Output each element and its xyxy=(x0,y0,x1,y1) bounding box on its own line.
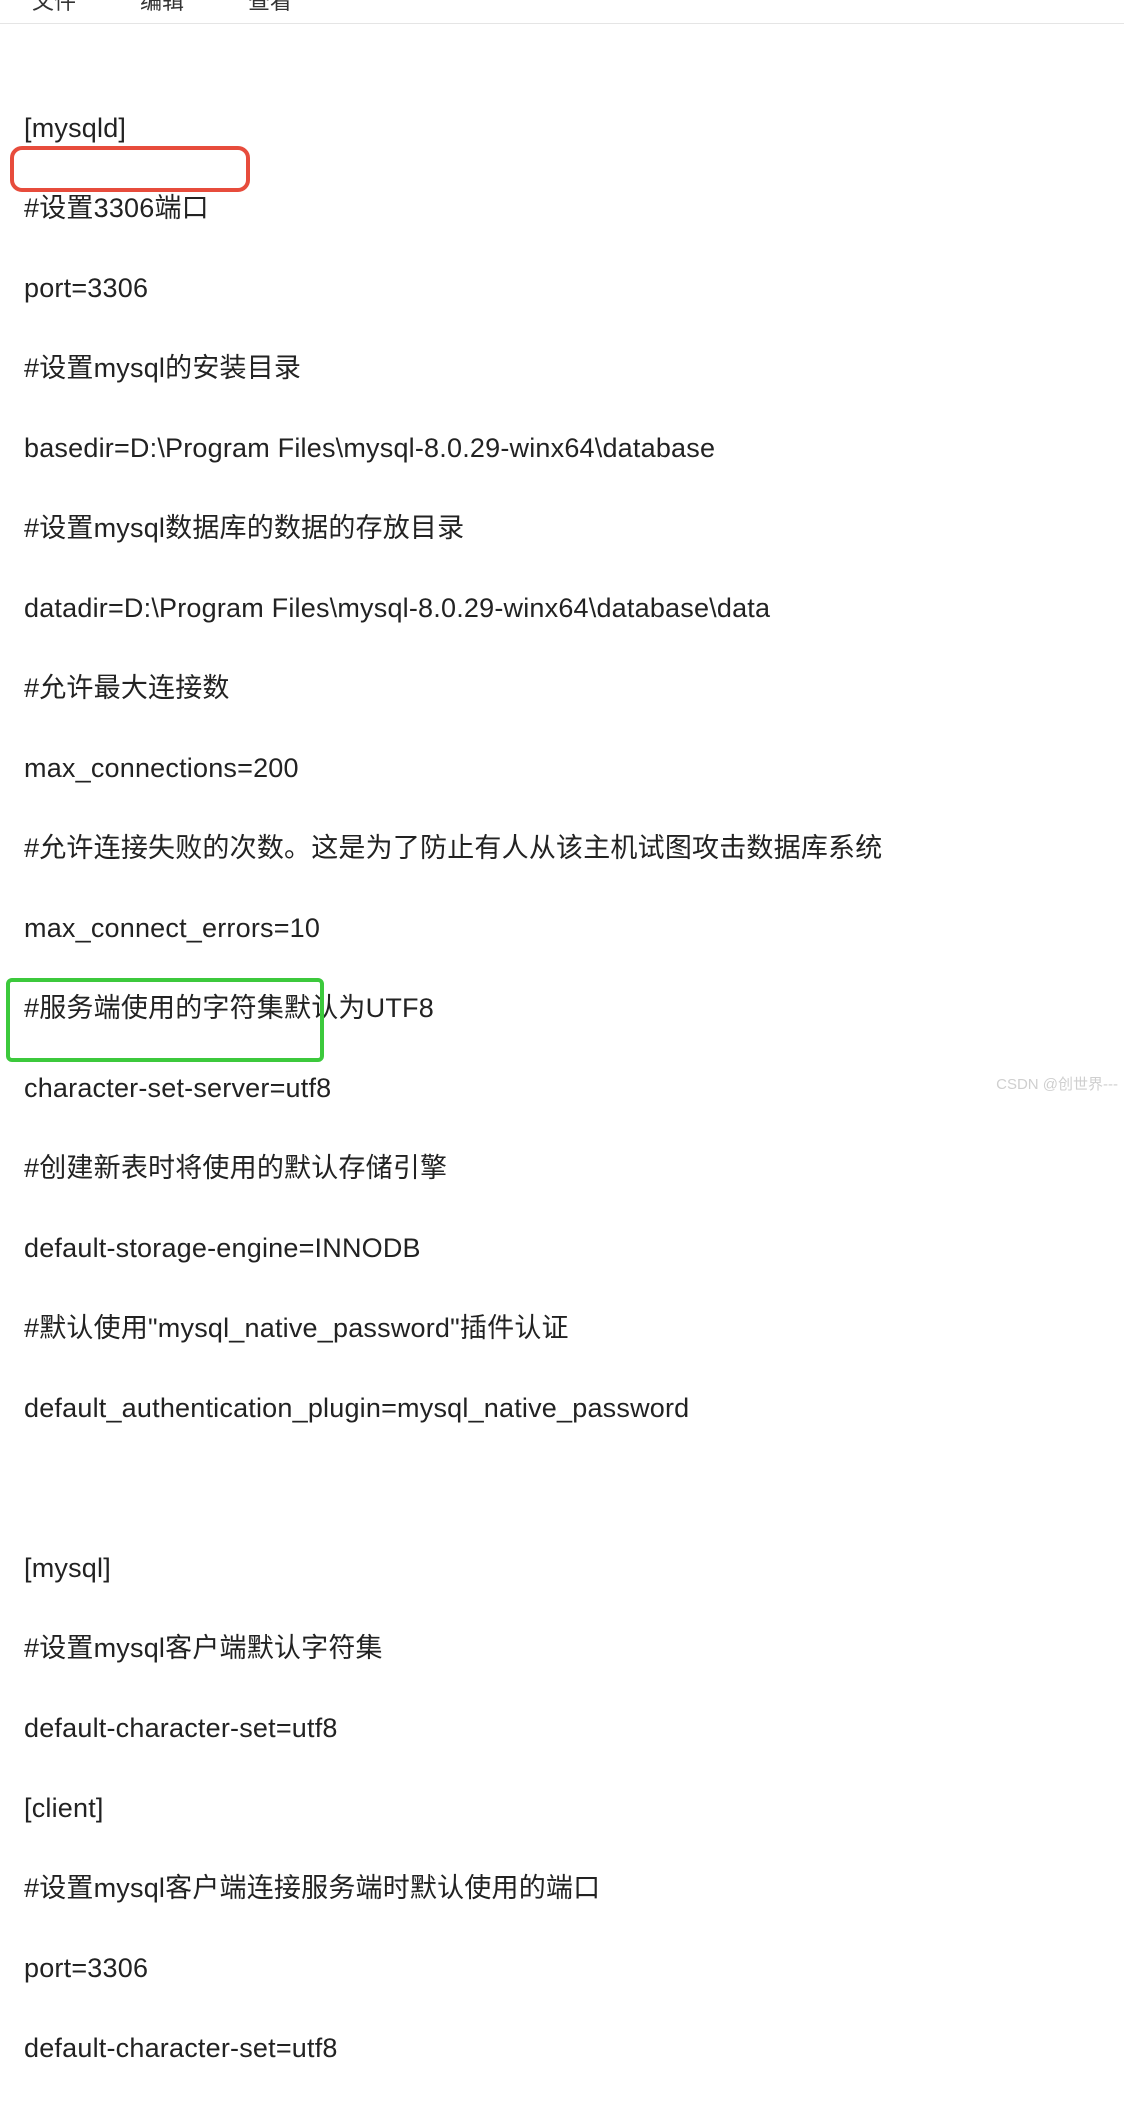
watermark: CSDN @创世界--- xyxy=(996,1073,1118,1094)
comment-client-port: #设置mysql客户端连接服务端时默认使用的端口 xyxy=(24,1868,1124,1908)
maxconnerr-line: max_connect_errors=10 xyxy=(24,908,1124,948)
engine-line: default-storage-engine=INNODB xyxy=(24,1228,1124,1268)
comment-engine: #创建新表时将使用的默认存储引擎 xyxy=(24,1148,1124,1188)
section-mysqld: [mysqld] xyxy=(24,108,1124,148)
client-charset-line: default-character-set=utf8 xyxy=(24,1708,1124,1748)
port-line: port=3306 xyxy=(24,268,1124,308)
client-port-line: port=3306 xyxy=(24,1948,1124,1988)
client-charset-line2: default-character-set=utf8 xyxy=(24,2028,1124,2068)
datadir-line: datadir=D:\Program Files\mysql-8.0.29-wi… xyxy=(24,588,1124,628)
comment-basedir: #设置mysql的安装目录 xyxy=(24,348,1124,388)
auth-line: default_authentication_plugin=mysql_nati… xyxy=(24,1388,1124,1428)
comment-port: #设置3306端口 xyxy=(24,188,1124,228)
menu-edit[interactable]: 编辑 xyxy=(140,0,184,16)
menu-view[interactable]: 查看 xyxy=(248,0,292,16)
charset-line: character-set-server=utf8 xyxy=(24,1068,1124,1108)
menu-file[interactable]: 文件 xyxy=(32,0,76,16)
section-client: [client] xyxy=(24,1788,1124,1828)
comment-charset: #服务端使用的字符集默认为UTF8 xyxy=(24,988,1124,1028)
comment-auth: #默认使用"mysql_native_password"插件认证 xyxy=(24,1308,1124,1348)
comment-client-charset: #设置mysql客户端默认字符集 xyxy=(24,1628,1124,1668)
comment-maxconnerr: #允许连接失败的次数。这是为了防止有人从该主机试图攻击数据库系统 xyxy=(24,828,1124,868)
basedir-line: basedir=D:\Program Files\mysql-8.0.29-wi… xyxy=(24,428,1124,468)
maxconn-line: max_connections=200 xyxy=(24,748,1124,788)
blank-line xyxy=(24,1468,1124,1508)
comment-datadir: #设置mysql数据库的数据的存放目录 xyxy=(24,508,1124,548)
comment-maxconn: #允许最大连接数 xyxy=(24,668,1124,708)
config-file-content: [mysqld] #设置3306端口 port=3306 #设置mysql的安装… xyxy=(0,24,1124,2108)
section-mysql: [mysql] xyxy=(24,1548,1124,1588)
menu-bar: 文件 编辑 查看 xyxy=(0,0,1124,24)
